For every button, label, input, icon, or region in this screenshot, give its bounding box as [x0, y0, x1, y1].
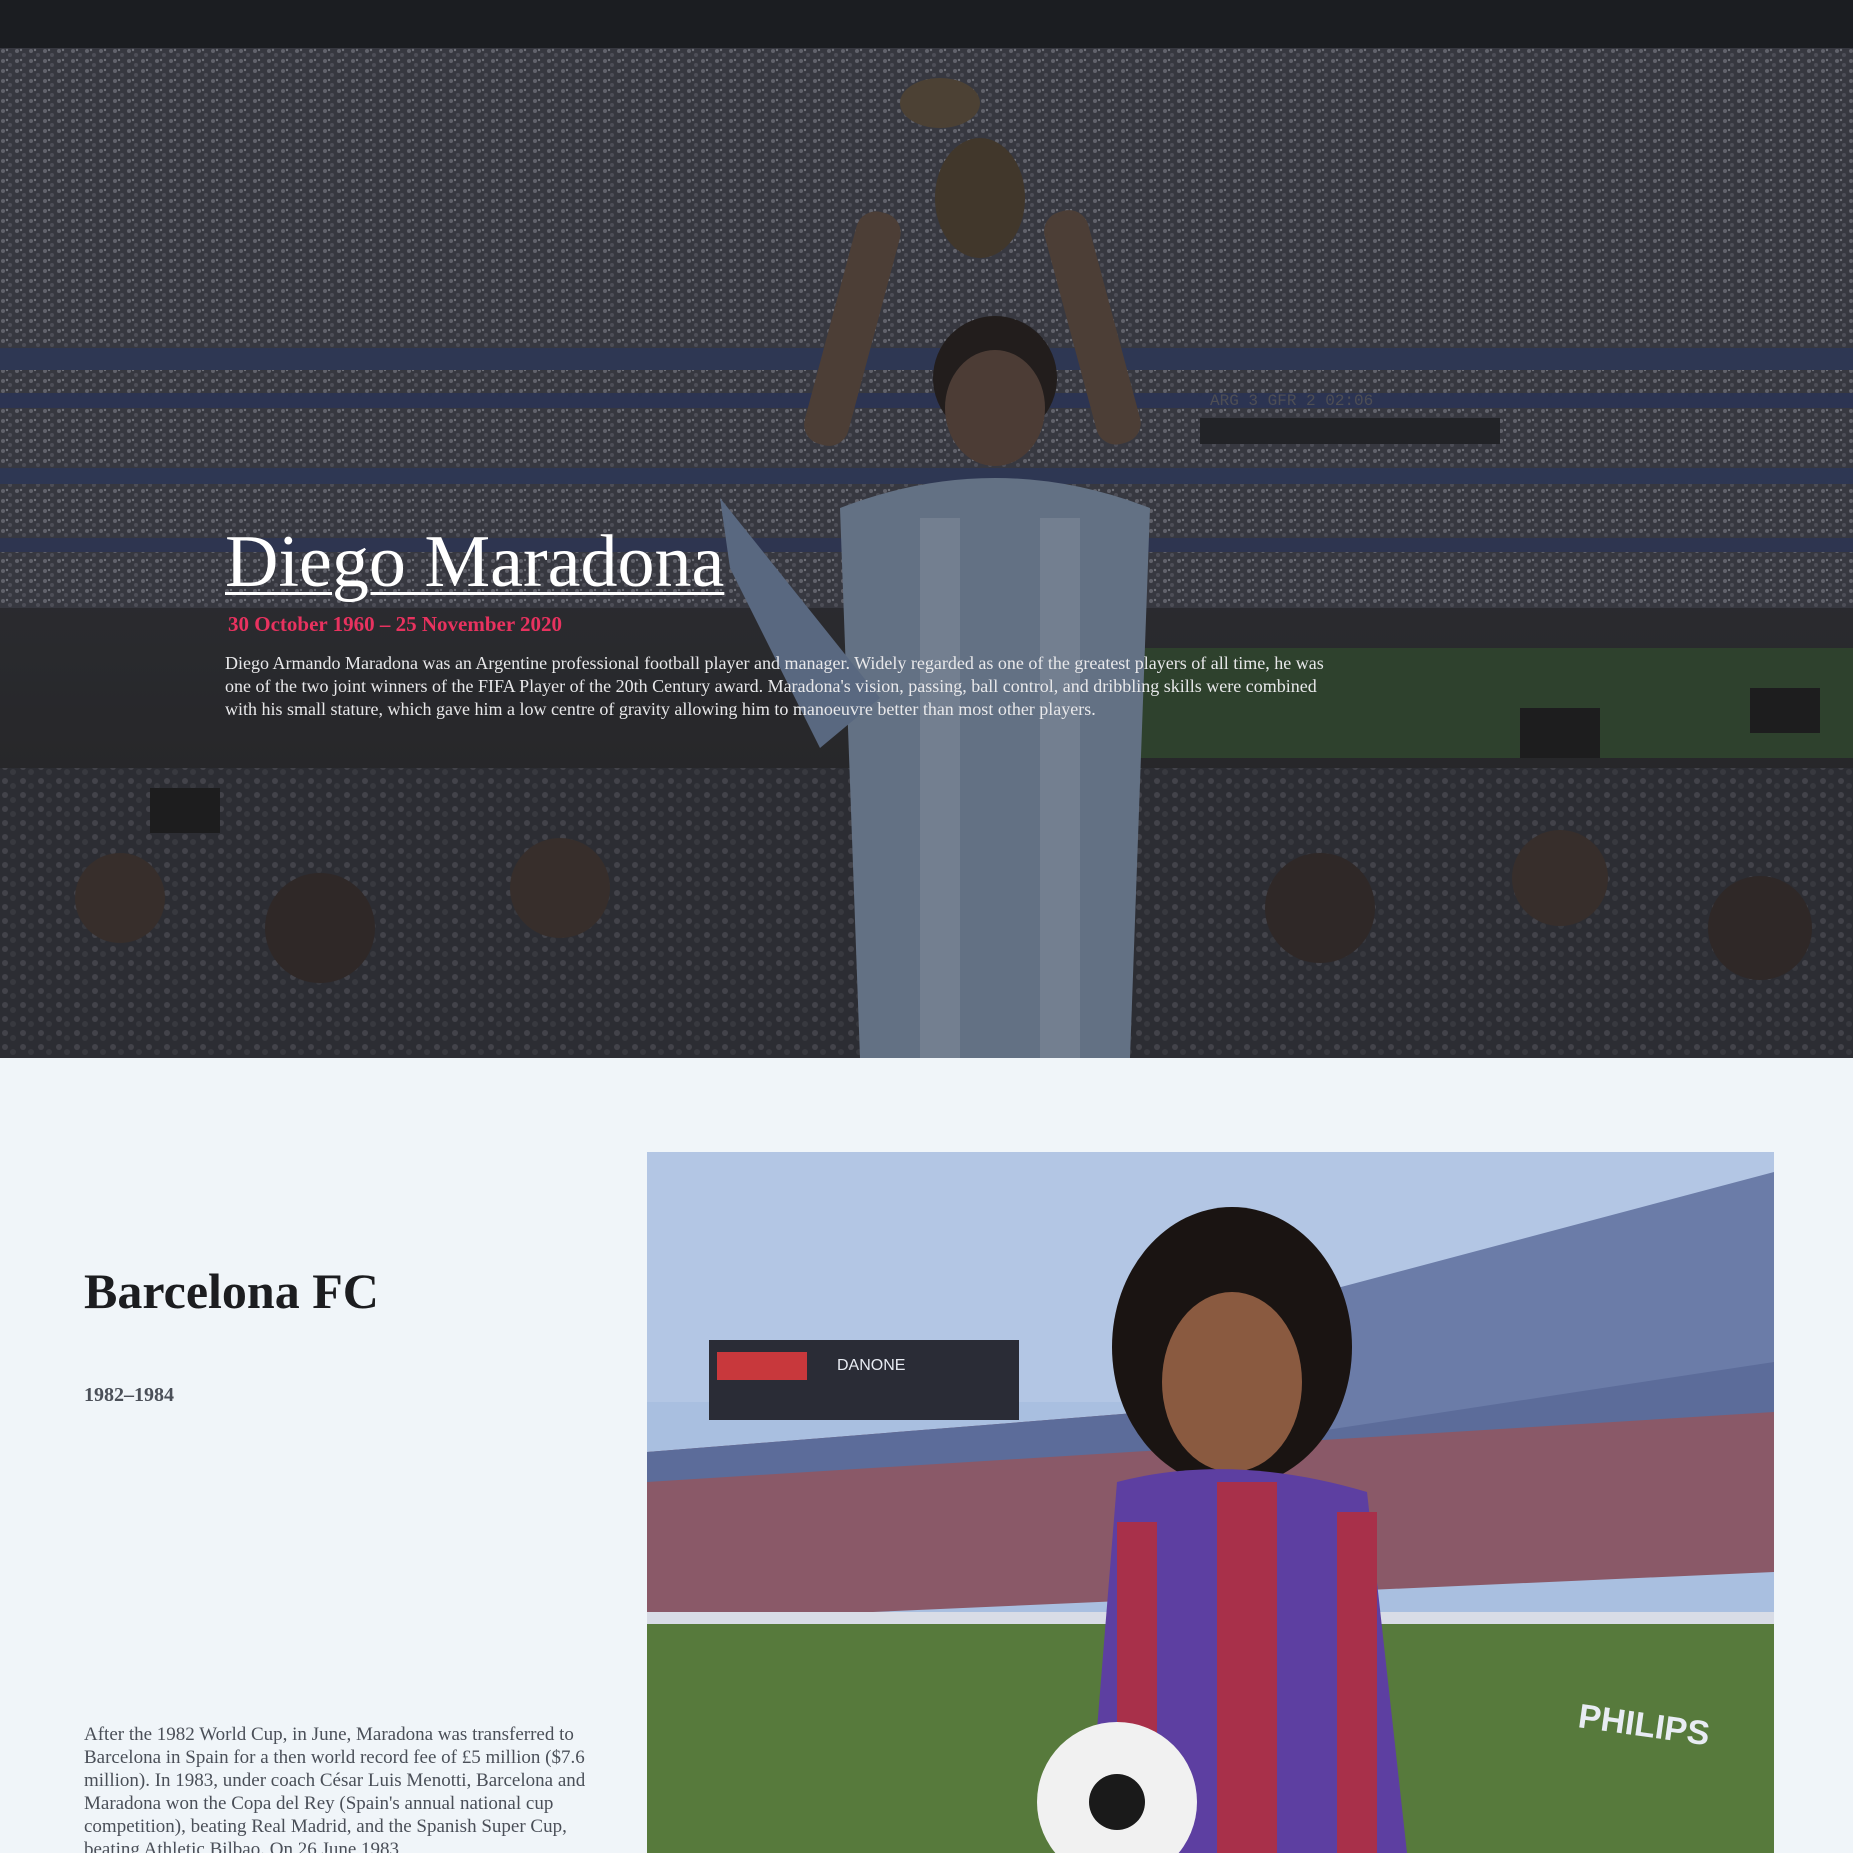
hero-dates: 30 October 1960 – 25 November 2020: [228, 612, 563, 636]
hero-title-link[interactable]: Diego Maradona: [225, 520, 724, 605]
svg-text:DANONE: DANONE: [837, 1357, 905, 1374]
hero-description: Diego Armando Maradona was an Argentine …: [225, 653, 1324, 719]
club-years: 1982–1984: [84, 1384, 174, 1406]
club-photo: DANONE PHILIPS: [647, 1152, 1774, 1853]
club-title: Barcelona FC: [84, 1263, 379, 1319]
club-description: After the 1982 World Cup, in June, Marad…: [84, 1724, 586, 1853]
top-navbar: [0, 0, 1853, 48]
